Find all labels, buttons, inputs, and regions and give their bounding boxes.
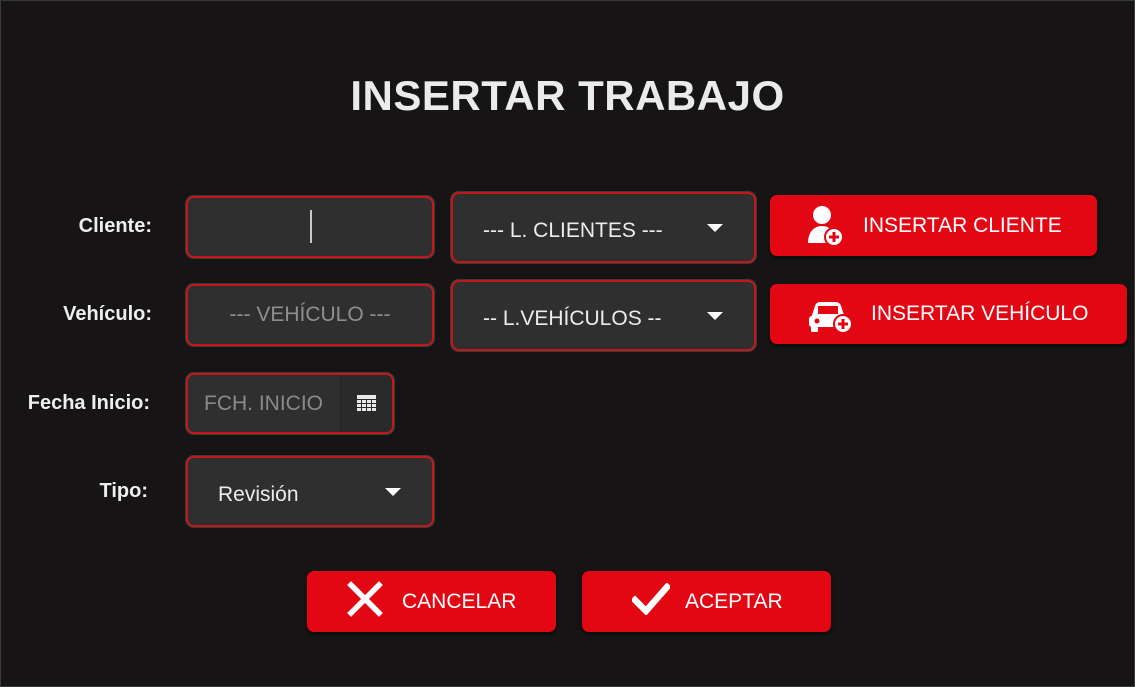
tipo-label: Tipo: (99, 480, 148, 502)
tipo-dropdown[interactable]: Revisión (186, 456, 434, 527)
cancel-button[interactable]: CANCELAR (307, 571, 556, 632)
vehiculo-input[interactable]: --- VEHÍCULO --- (186, 284, 434, 346)
close-icon (347, 580, 383, 623)
chevron-down-icon (707, 223, 723, 232)
vehiculos-dropdown[interactable]: -- L.VEHÍCULOS -- (451, 280, 756, 351)
chevron-down-icon (385, 487, 401, 496)
text-cursor (310, 210, 312, 243)
add-car-icon (807, 294, 855, 340)
accept-button[interactable]: ACEPTAR (582, 571, 831, 632)
accept-label: ACEPTAR (685, 589, 783, 613)
clientes-dropdown-value: --- L. CLIENTES --- (483, 218, 663, 242)
fecha-inicio-label: Fecha Inicio: (27, 392, 150, 414)
insert-client-label: INSERTAR CLIENTE (863, 213, 1062, 237)
tipo-dropdown-value: Revisión (218, 482, 299, 506)
cliente-label: Cliente: (78, 215, 152, 237)
fecha-inicio-picker[interactable]: FCH. INICIO (186, 373, 394, 434)
chevron-down-icon (707, 311, 723, 320)
check-icon (630, 581, 672, 621)
insert-client-button[interactable]: INSERTAR CLIENTE (770, 195, 1097, 256)
vehiculos-dropdown-value: -- L.VEHÍCULOS -- (483, 306, 662, 330)
clientes-dropdown[interactable]: --- L. CLIENTES --- (451, 192, 756, 263)
insert-vehicle-label: INSERTAR VEHÍCULO (871, 302, 1089, 325)
add-user-icon (806, 204, 844, 252)
cliente-input[interactable] (186, 196, 434, 258)
cancel-label: CANCELAR (402, 589, 517, 613)
vehiculo-placeholder: --- VEHÍCULO --- (229, 303, 391, 326)
fecha-inicio-placeholder[interactable]: FCH. INICIO (187, 392, 340, 416)
insert-vehicle-button[interactable]: INSERTAR VEHÍCULO (770, 284, 1127, 344)
page-title: INSERTAR TRABAJO (350, 72, 785, 119)
calendar-icon (357, 395, 376, 418)
vehiculo-label: Vehículo: (63, 303, 152, 325)
calendar-button[interactable] (341, 375, 392, 432)
